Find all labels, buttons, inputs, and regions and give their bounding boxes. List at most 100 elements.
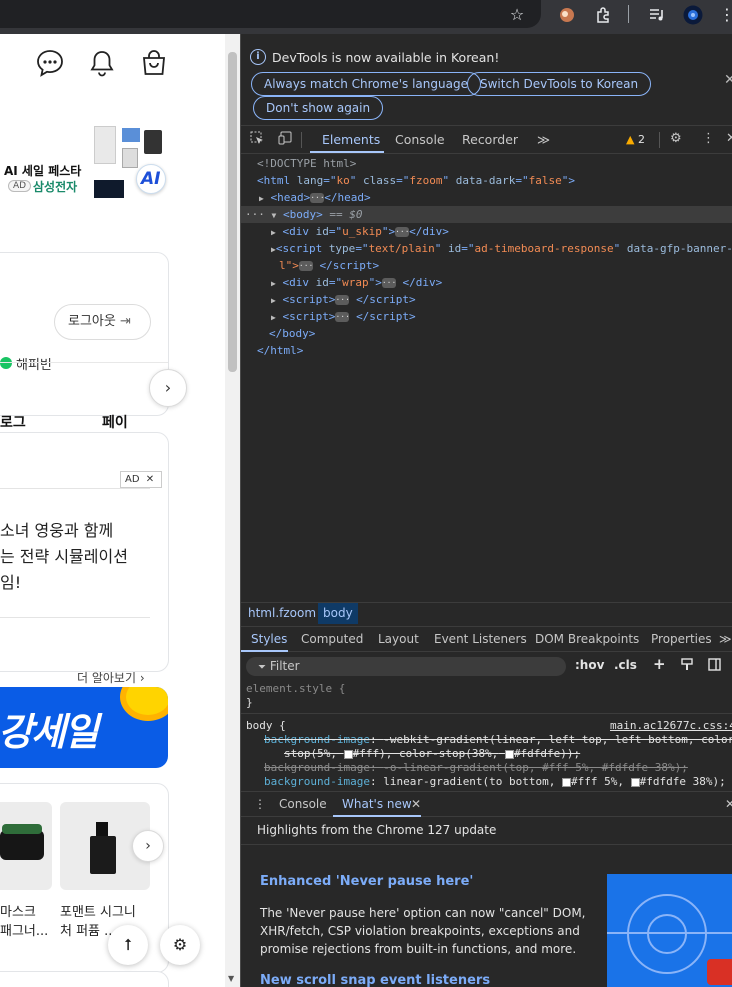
switch-to-korean-button[interactable]: Switch DevTools to Korean xyxy=(467,72,652,96)
dom-head[interactable]: ▶ <head>···</head> xyxy=(241,189,732,206)
dom-script-1[interactable]: ▶ <script>··· </script> xyxy=(241,291,732,308)
dom-html-close[interactable]: </html> xyxy=(241,342,732,359)
color-swatch[interactable] xyxy=(562,777,572,787)
promo-brand[interactable]: 삼성전자 xyxy=(33,178,77,195)
drawer-tab-whats-new[interactable]: What's new xyxy=(342,797,412,811)
dom-div-u-skip[interactable]: ▶ <div id="u_skip">···</div> xyxy=(241,223,732,240)
always-match-language-button[interactable]: Always match Chrome's language xyxy=(251,72,481,96)
sidebar-toggle-icon[interactable] xyxy=(708,658,721,674)
sale-banner[interactable]: 강세일 xyxy=(0,687,168,768)
video-play-icon[interactable] xyxy=(707,959,732,985)
bell-icon[interactable] xyxy=(87,48,117,78)
color-swatch[interactable] xyxy=(630,777,640,787)
extension-avatar-icon[interactable] xyxy=(556,4,578,26)
tab-pay[interactable]: 페이 xyxy=(102,412,128,432)
cls-toggle[interactable]: .cls xyxy=(614,658,637,672)
whats-new-thumbnail[interactable] xyxy=(607,874,732,987)
style-decl-3[interactable]: background-image: linear-gradient(to bot… xyxy=(264,775,726,788)
appliance-images[interactable]: AI xyxy=(92,124,168,236)
chat-icon[interactable] xyxy=(35,48,65,78)
feature-heading-1[interactable]: Enhanced 'Never pause here' xyxy=(260,874,473,889)
warnings-badge[interactable]: ▲ 2 xyxy=(626,133,645,146)
tab-elements[interactable]: Elements xyxy=(322,132,380,147)
product-title-2b[interactable]: 처 퍼퓸 ... xyxy=(60,920,117,939)
tab-console[interactable]: Console xyxy=(395,132,445,147)
next-arrow-button[interactable]: › xyxy=(149,369,187,407)
expand-triangle-icon[interactable]: ▶ xyxy=(271,228,276,237)
product-title-1b[interactable]: 패그너... xyxy=(0,920,48,939)
promo-title[interactable]: AI 세일 페스타 xyxy=(4,162,81,179)
shopping-bag-icon[interactable] xyxy=(139,48,169,78)
more-options-icon[interactable]: ··· xyxy=(245,208,265,221)
paint-brush-icon[interactable] xyxy=(681,658,693,674)
styles-pane[interactable]: element.style { } body { main.ac12677c.c… xyxy=(241,682,732,790)
dom-body-close[interactable]: </body> xyxy=(241,325,732,342)
ellipsis-icon[interactable]: ··· xyxy=(310,193,325,203)
breadcrumb-body[interactable]: body xyxy=(318,603,358,624)
expand-triangle-icon[interactable]: ▶ xyxy=(271,279,276,288)
product-next-button[interactable]: › xyxy=(132,830,164,862)
ellipsis-icon[interactable]: ··· xyxy=(381,278,396,288)
expand-triangle-icon[interactable]: ▶ xyxy=(271,313,276,322)
tab-styles[interactable]: Styles xyxy=(251,632,287,646)
learn-more-link[interactable]: 더 알아보기 › xyxy=(77,669,145,686)
customize-menu-icon[interactable]: ⋮ xyxy=(702,131,715,146)
close-icon[interactable]: ✕ xyxy=(724,72,732,88)
close-drawer-icon[interactable]: ✕ xyxy=(725,797,732,811)
device-toolbar-icon[interactable] xyxy=(278,131,292,149)
color-swatch[interactable] xyxy=(504,749,514,759)
more-tabs-icon[interactable]: ≫ xyxy=(537,132,550,147)
dom-script-2[interactable]: ▶ <script>··· </script> xyxy=(241,308,732,325)
tab-properties[interactable]: Properties xyxy=(651,632,712,646)
product-title-1a[interactable]: 마스크 xyxy=(0,901,36,920)
dom-html-open[interactable]: <html lang="ko" class="fzoom" data-dark=… xyxy=(241,172,732,189)
stylesheet-link[interactable]: main.ac12677c.css:41 xyxy=(610,719,732,732)
close-icon[interactable]: ✕ xyxy=(411,797,421,811)
scrollbar-thumb[interactable] xyxy=(228,52,237,372)
ellipsis-icon[interactable]: ··· xyxy=(298,261,313,271)
tab-computed[interactable]: Computed xyxy=(301,632,363,646)
close-devtools-icon[interactable]: ✕ xyxy=(726,131,732,146)
more-subtabs-icon[interactable]: ≫ xyxy=(719,632,732,646)
styles-filter-input[interactable]: ⏷ Filter xyxy=(246,657,566,676)
tab-blog[interactable]: 로그 xyxy=(0,412,26,432)
scroll-down-icon[interactable]: ▼ xyxy=(228,974,234,983)
settings-gear-icon[interactable]: ⚙ xyxy=(670,131,682,146)
scroll-top-button[interactable]: ⭡ xyxy=(108,925,148,965)
elements-tree[interactable]: <!DOCTYPE html> <html lang="ko" class="f… xyxy=(241,155,732,602)
puzzle-icon[interactable] xyxy=(592,4,614,26)
tab-layout[interactable]: Layout xyxy=(378,632,419,646)
tab-recorder[interactable]: Recorder xyxy=(462,132,518,147)
ellipsis-icon[interactable]: ··· xyxy=(395,227,410,237)
expand-triangle-icon[interactable]: ▶ xyxy=(271,296,276,305)
drawer-tab-console[interactable]: Console xyxy=(279,797,327,811)
profile-icon[interactable] xyxy=(682,4,704,26)
dom-script-timeboard[interactable]: ▶<script type="text/plain" id="ad-timebo… xyxy=(241,240,732,257)
page-scrollbar[interactable]: ▼ xyxy=(225,34,240,987)
dom-script-cont[interactable]: l">··· </script> xyxy=(241,257,732,274)
product-image-mask[interactable] xyxy=(0,802,52,890)
color-swatch[interactable] xyxy=(343,749,353,759)
product-title-2a[interactable]: 포맨트 시그니 xyxy=(60,901,136,920)
element-style-rule[interactable]: element.style { xyxy=(246,682,345,695)
star-icon[interactable]: ☆ xyxy=(506,4,528,26)
logout-button[interactable]: 로그아웃 ⇥ xyxy=(54,304,151,340)
hov-toggle[interactable]: :hov xyxy=(575,658,604,672)
style-decl-1-cont[interactable]: stop(5%, #fff), color-stop(38%, #fdfdfe)… xyxy=(284,747,580,760)
happybean-label[interactable]: 해피빈 xyxy=(16,354,52,373)
address-bar[interactable] xyxy=(0,0,541,28)
more-icon[interactable]: ⋮ xyxy=(716,4,732,26)
ellipsis-icon[interactable]: ··· xyxy=(335,295,350,305)
ellipsis-icon[interactable]: ··· xyxy=(335,312,350,322)
style-decl-1[interactable]: background-image: -webkit-gradient(linea… xyxy=(264,733,732,746)
drawer-menu-icon[interactable]: ⋮ xyxy=(254,797,266,811)
breadcrumb-html[interactable]: html.fzoom xyxy=(248,606,316,620)
media-icon[interactable] xyxy=(646,4,668,26)
feature-heading-2[interactable]: New scroll snap event listeners xyxy=(260,973,490,987)
new-rule-icon[interactable]: + xyxy=(653,655,666,673)
inspect-element-icon[interactable] xyxy=(250,131,264,149)
collapse-triangle-icon[interactable]: ▼ xyxy=(272,211,277,220)
tab-event-listeners[interactable]: Event Listeners xyxy=(434,632,527,646)
settings-button[interactable]: ⚙ xyxy=(160,925,200,965)
ad-close-badge[interactable]: AD ✕ xyxy=(120,471,162,488)
